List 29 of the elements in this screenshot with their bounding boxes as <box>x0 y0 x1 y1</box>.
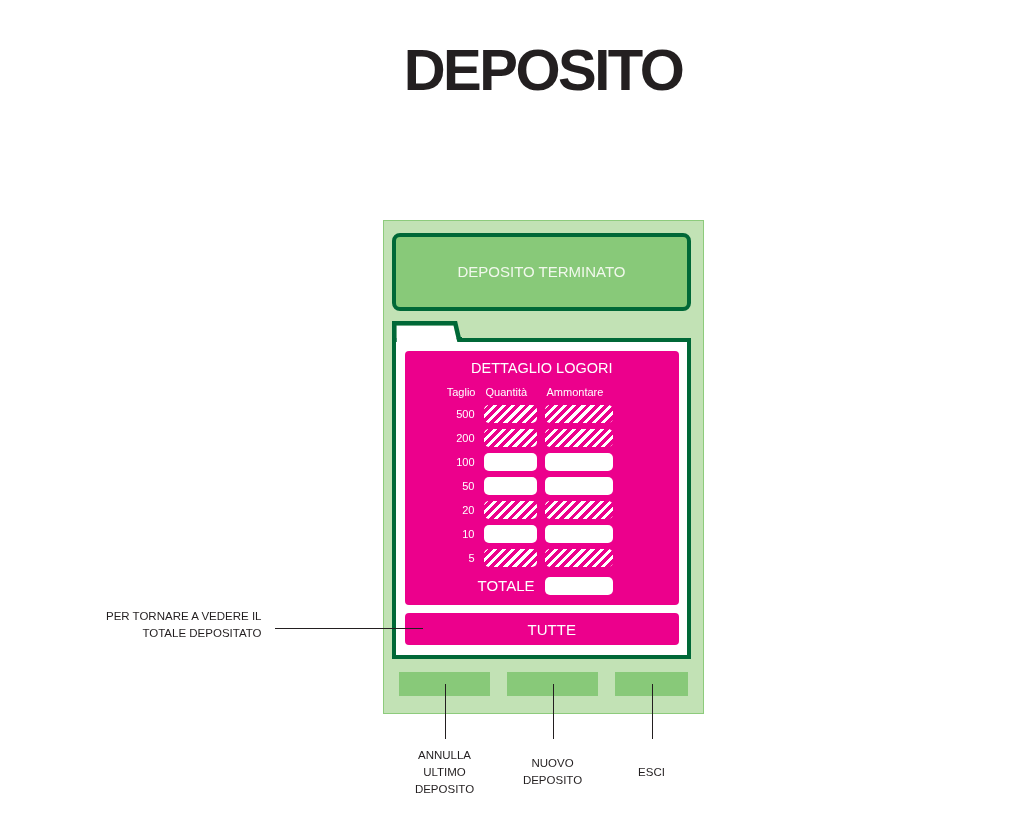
column-header: Ammontare <box>545 385 605 399</box>
total-field[interactable] <box>544 577 613 595</box>
denomination-label: 500 <box>455 407 476 422</box>
all-button[interactable]: TUTTE <box>404 613 679 645</box>
total-label: TOTALE <box>476 577 536 595</box>
annotation-label: NUOVO DEPOSITO <box>521 755 584 788</box>
annotation-label: ANNULLA ULTIMO DEPOSITO <box>413 747 476 796</box>
denomination-label: 50 <box>461 479 476 494</box>
denomination-label: 100 <box>455 455 476 470</box>
leader-line <box>444 683 446 739</box>
amount-field[interactable] <box>544 525 613 543</box>
denomination-label: 10 <box>461 527 476 542</box>
quantity-field[interactable] <box>483 477 537 495</box>
detail-title: DETTAGLIO LOGORI <box>471 359 613 377</box>
annotation-label: PER TORNARE A VEDERE IL TOTALE DEPOSITATO <box>104 608 262 641</box>
column-header: Taglio <box>445 385 476 399</box>
leader-line <box>552 683 554 739</box>
denomination-label: 5 <box>467 551 476 566</box>
annotation-label: ESCI <box>637 764 666 779</box>
amount-field[interactable] <box>544 453 613 471</box>
status-banner: DEPOSITO TERMINATO <box>392 232 691 311</box>
column-header: Quantità <box>484 385 529 399</box>
denomination-label: 200 <box>455 431 476 446</box>
quantity-field[interactable] <box>483 525 537 543</box>
leader-line <box>651 683 653 739</box>
page-title: DEPOSITO <box>403 41 683 99</box>
amount-field[interactable] <box>544 477 613 495</box>
denomination-label: 20 <box>461 503 476 518</box>
quantity-field[interactable] <box>483 453 537 471</box>
